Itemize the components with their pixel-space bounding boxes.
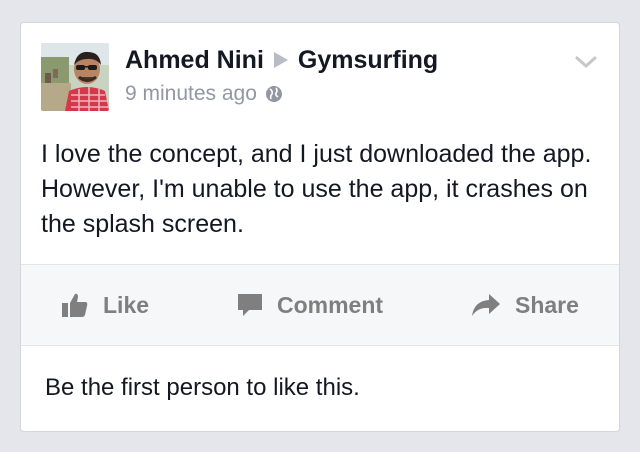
author-name[interactable]: Ahmed Nini: [125, 45, 264, 75]
arrow-right-icon: [273, 52, 288, 68]
target-group-name[interactable]: Gymsurfing: [298, 45, 438, 75]
comment-button[interactable]: Comment: [237, 265, 383, 345]
action-bar: Like Comment Share: [21, 265, 619, 345]
thumbs-up-icon: [62, 293, 88, 317]
post-timestamp[interactable]: 9 minutes ago: [125, 81, 257, 107]
avatar[interactable]: [41, 43, 109, 111]
comment-label: Comment: [277, 291, 384, 318]
post-meta: 9 minutes ago: [125, 81, 283, 107]
post-header: Ahmed Nini Gymsurfing 9 minutes ago: [21, 23, 619, 115]
post-title: Ahmed Nini Gymsurfing: [125, 45, 438, 75]
globe-icon: [265, 86, 282, 102]
avatar-photo: [41, 43, 109, 111]
chevron-down-icon[interactable]: [575, 55, 597, 69]
like-button[interactable]: Like: [61, 265, 149, 345]
post-body: I love the concept, and I just downloade…: [41, 140, 592, 238]
share-arrow-icon: [472, 294, 500, 316]
likes-summary: Be the first person to like this.: [45, 374, 360, 401]
post-card: Ahmed Nini Gymsurfing 9 minutes ago I lo…: [20, 22, 620, 432]
like-label: Like: [103, 291, 150, 318]
share-button[interactable]: Share: [471, 265, 579, 345]
share-label: Share: [515, 291, 579, 318]
divider: [21, 345, 619, 346]
comment-icon: [238, 294, 262, 316]
